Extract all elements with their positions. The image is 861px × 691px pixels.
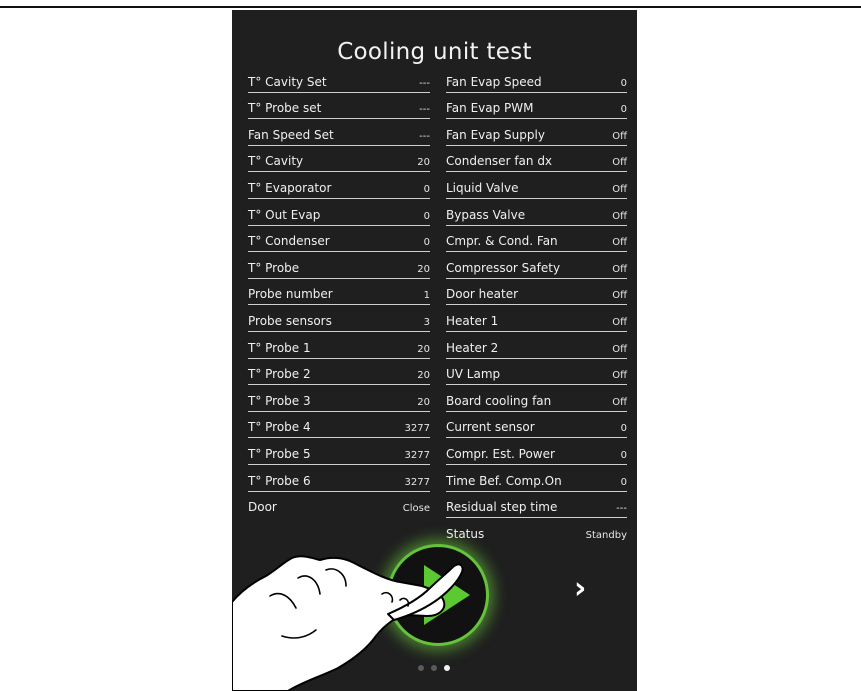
pointing-hand-icon [232, 555, 464, 691]
top-rule [0, 6, 861, 8]
cooling-test-panel: Cooling unit test T° Cavity Set --- T° Pro… [232, 10, 637, 691]
